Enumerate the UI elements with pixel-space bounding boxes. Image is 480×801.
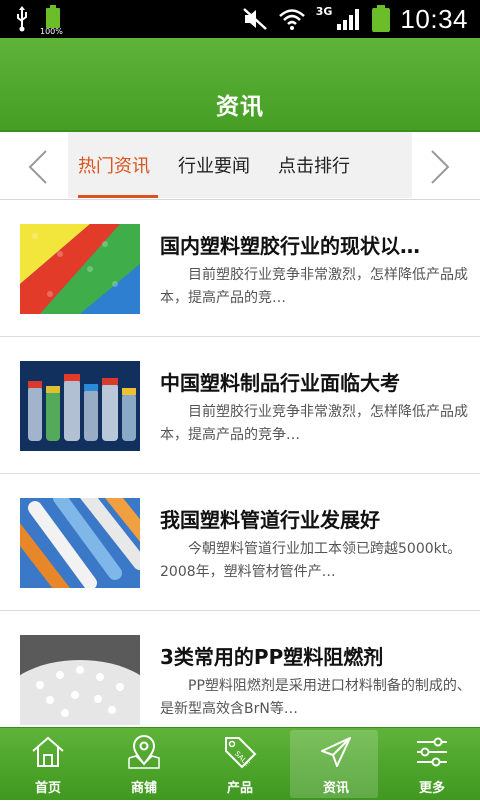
article-title: 3类常用的PP塑料阻燃剂 <box>160 645 384 669</box>
article-summary: 今朝塑料管道行业加工本领已跨越5000kt。2008年，塑料管材管件产… <box>160 541 462 580</box>
battery-icon <box>372 5 391 33</box>
title-bar: 资讯 <box>0 38 480 132</box>
clock: 10:34 <box>400 3 468 34</box>
chevron-left-icon[interactable] <box>26 149 50 185</box>
page-title: 资讯 <box>216 94 264 120</box>
article-summary: 目前塑胶行业竞争非常激烈，怎样降低产品成本，提高产品的竞争… <box>160 404 468 443</box>
nav-label: 商铺 <box>130 781 157 796</box>
battery-percent: 100% <box>40 27 63 36</box>
nav-shops[interactable]: 商铺 <box>96 728 192 801</box>
article-item-2[interactable]: 中国塑料制品行业面临大考 目前塑胶行业竞争非常激烈，怎样降低产品成本，提高产品的… <box>0 337 480 474</box>
article-title: 国内塑料塑胶行业的现状以… <box>160 234 420 258</box>
usb-icon <box>17 6 27 32</box>
article-thumbnail <box>20 635 140 725</box>
nav-news[interactable]: 资讯 <box>288 728 384 801</box>
bottom-nav: 首页 商铺 SALE 产品 资讯 更多 <box>0 727 480 800</box>
signal-icon <box>337 9 360 30</box>
tab-ranking[interactable]: 点击排行 <box>278 152 350 178</box>
tab-hot-news[interactable]: 热门资讯 <box>78 152 150 178</box>
nav-label: 首页 <box>34 781 61 796</box>
mute-icon <box>242 8 267 30</box>
wifi-icon <box>278 9 305 30</box>
map-pin-icon <box>128 735 160 769</box>
active-tab-indicator <box>78 195 158 198</box>
nav-label: 更多 <box>418 781 445 796</box>
article-thumbnail <box>20 224 140 314</box>
paper-plane-icon <box>321 737 351 767</box>
article-title: 中国塑料制品行业面临大考 <box>160 371 400 395</box>
sale-tag-icon: SALE <box>225 737 257 769</box>
article-item-4[interactable]: 3类常用的PP塑料阻燃剂 PP塑料阻燃剂是采用进口材料制备的制成的、是新型高效含… <box>0 611 480 727</box>
article-summary: PP塑料阻燃剂是采用进口材料制备的制成的、是新型高效含BrN等… <box>160 678 471 717</box>
tab-industry-news[interactable]: 行业要闻 <box>178 152 250 178</box>
article-title: 我国塑料管道行业发展好 <box>160 508 380 532</box>
home-icon <box>32 736 64 767</box>
article-thumbnail <box>20 361 140 451</box>
article-thumbnail <box>20 498 140 588</box>
nav-products[interactable]: SALE 产品 <box>192 728 288 801</box>
article-list: 国内塑料塑胶行业的现状以… 目前塑胶行业竞争非常激烈，怎样降低产品成本，提高产品… <box>0 200 480 727</box>
nav-label: 资讯 <box>322 781 349 796</box>
battery-full-icon: 100% <box>40 5 63 36</box>
nav-more[interactable]: 更多 <box>384 728 480 801</box>
article-summary: 目前塑胶行业竞争非常激烈，怎样降低产品成本，提高产品的竞… <box>160 267 468 306</box>
status-bar: 100% 3G 10:34 <box>0 0 480 38</box>
network-type: 3G <box>315 4 333 18</box>
sliders-icon <box>417 737 447 767</box>
nav-home[interactable]: 首页 <box>0 728 96 801</box>
category-tabs: 热门资讯 行业要闻 点击排行 <box>0 132 480 200</box>
svg-text:SALE: SALE <box>233 750 251 768</box>
article-item-3[interactable]: 我国塑料管道行业发展好 今朝塑料管道行业加工本领已跨越5000kt。2008年，… <box>0 474 480 611</box>
article-item-1[interactable]: 国内塑料塑胶行业的现状以… 目前塑胶行业竞争非常激烈，怎样降低产品成本，提高产品… <box>0 200 480 337</box>
chevron-right-icon[interactable] <box>428 149 452 185</box>
nav-label: 产品 <box>226 781 253 796</box>
